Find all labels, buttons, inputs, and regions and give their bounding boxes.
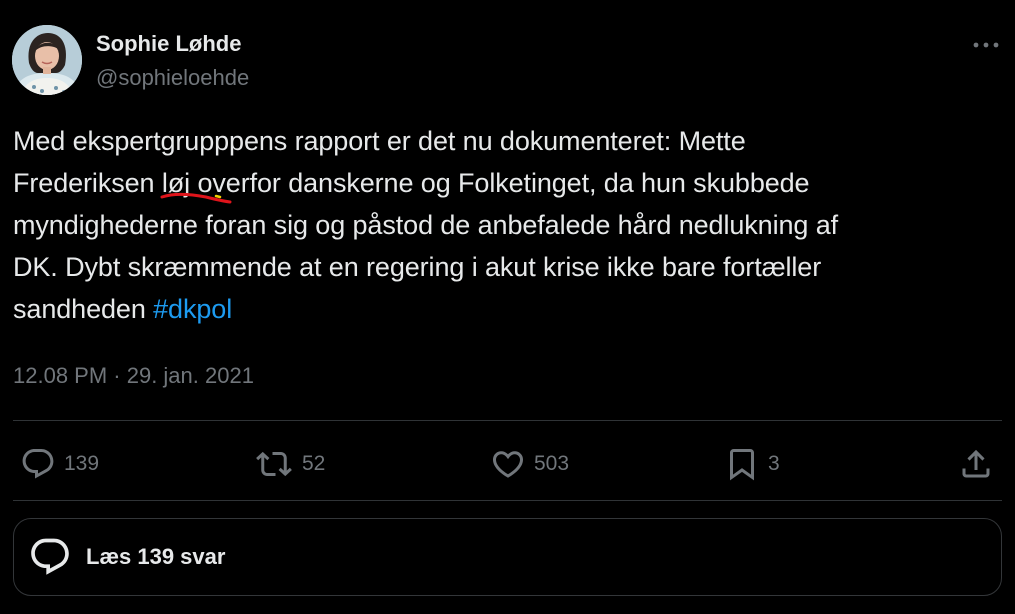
marked-word: løj: [160, 162, 232, 204]
retweet-icon: [256, 451, 292, 477]
bookmark-button[interactable]: 3: [724, 440, 780, 488]
tweet-text-line: myndighederne foran sig og påstod de anb…: [13, 210, 839, 240]
read-replies-label: Læs 139 svar: [86, 544, 226, 569]
read-replies-button[interactable]: Læs 139 svar: [13, 518, 1002, 596]
action-bar: 139 52 503 3: [0, 440, 1015, 488]
tweet-text-line: Med ekspertgrupppens rapport er det nu d…: [13, 126, 746, 156]
tweet-timestamp[interactable]: 12.08 PM · 29. jan. 2021: [13, 362, 254, 390]
like-button[interactable]: 503: [490, 440, 569, 488]
divider: [13, 420, 1002, 421]
speech-bubble-icon: [31, 538, 69, 575]
tweet-text-segment: sandheden: [13, 294, 154, 324]
profile-photo-icon: [12, 25, 82, 95]
retweet-count: 52: [302, 452, 326, 475]
author-handle[interactable]: @sophieloehde: [96, 64, 249, 92]
red-underline-markup: [160, 192, 232, 204]
tweet-text-line: Frederiksen løj overfor danskerne og Fol…: [13, 162, 988, 204]
author-name[interactable]: Sophie Løhde: [96, 30, 241, 58]
bookmark-count: 3: [768, 452, 780, 475]
reply-button[interactable]: 139: [20, 440, 99, 488]
share-icon: [962, 449, 990, 478]
hashtag-link[interactable]: #dkpol: [153, 294, 232, 324]
tweet-text-segment: Frederiksen: [13, 168, 162, 198]
tweet-text-segment: overfor danskerne og Folketinget, da hun…: [190, 168, 810, 198]
heart-icon: [492, 451, 524, 478]
tweet-text-line: DK. Dybt skræmmende at en regering i aku…: [13, 252, 822, 282]
tweet-detail: Sophie Løhde @sophieloehde Med ekspertgr…: [0, 0, 1015, 614]
more-options-button[interactable]: [966, 32, 1006, 58]
share-button[interactable]: [958, 440, 994, 488]
reply-icon: [22, 449, 54, 479]
divider: [13, 500, 1002, 501]
reply-count: 139: [64, 452, 100, 475]
retweet-button[interactable]: 52: [254, 440, 325, 488]
like-count: 503: [534, 452, 570, 475]
bookmark-icon: [730, 449, 754, 481]
tweet-text: Med ekspertgrupppens rapport er det nu d…: [13, 120, 988, 330]
more-icon: [973, 42, 999, 48]
tweet-text-line: sandheden #dkpol: [13, 288, 988, 330]
avatar[interactable]: [12, 25, 82, 95]
